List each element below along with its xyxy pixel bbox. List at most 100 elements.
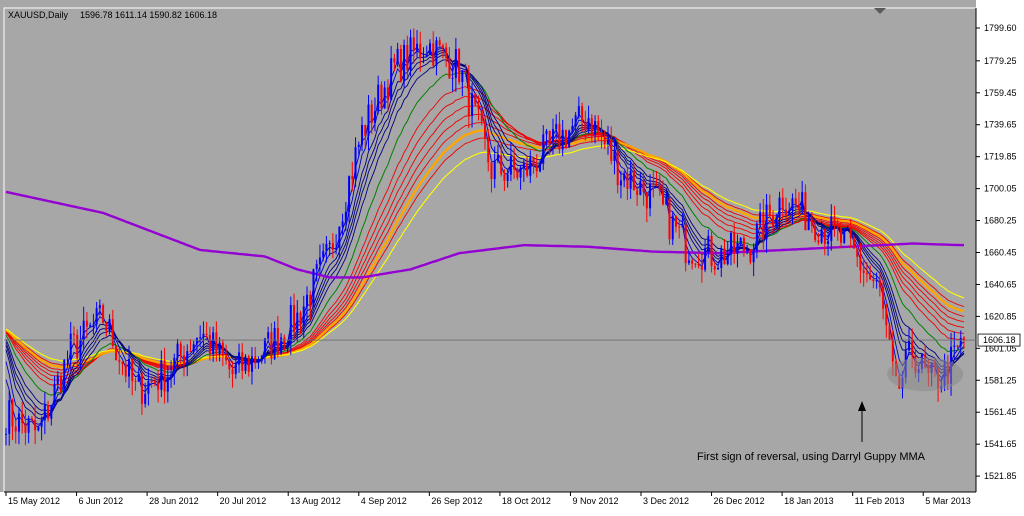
candle-body — [218, 342, 221, 355]
candle-body — [157, 382, 160, 390]
x-tick-label: 6 Jun 2012 — [79, 496, 124, 506]
candle-body — [8, 400, 11, 434]
candle-body — [629, 171, 632, 189]
x-tick-label: 4 Sep 2012 — [361, 496, 407, 506]
current-price-label: 1606.18 — [983, 335, 1016, 345]
candle-body — [464, 70, 467, 73]
candle-body — [435, 40, 438, 66]
candle-body — [509, 156, 512, 175]
candle-body — [173, 357, 176, 375]
candle-body — [597, 121, 600, 133]
candle-body — [14, 426, 17, 432]
candle-body — [66, 359, 69, 361]
candle-body — [341, 221, 344, 227]
candle-body — [658, 185, 661, 191]
candle-body — [166, 377, 169, 392]
y-tick-label: 1640.65 — [984, 279, 1017, 289]
candle-body — [471, 93, 474, 117]
candle-body — [5, 433, 7, 435]
candle-body — [794, 198, 797, 205]
candle-body — [655, 184, 658, 186]
candle-body — [953, 345, 956, 347]
candle-body — [755, 223, 758, 251]
candle-body — [140, 373, 143, 404]
candle-body — [594, 121, 597, 135]
candle-body — [768, 204, 771, 216]
candle-body — [577, 106, 580, 116]
candle-body — [432, 43, 435, 66]
candle-body — [82, 320, 85, 340]
candle-body — [959, 337, 962, 347]
candle-body — [878, 280, 881, 288]
candle-body — [862, 270, 865, 273]
reversal-highlight-ellipse — [887, 357, 964, 392]
candle-body — [69, 333, 72, 360]
candle-body — [377, 84, 380, 112]
candle-body — [448, 58, 451, 79]
candle-body — [131, 358, 134, 381]
candle-body — [561, 129, 564, 150]
candle-body — [865, 272, 868, 275]
candle-body — [409, 37, 412, 71]
candle-body — [827, 240, 830, 245]
candle-body — [687, 260, 690, 264]
candle-body — [487, 138, 490, 163]
candle-body — [639, 180, 642, 195]
candle-body — [626, 173, 629, 189]
candle-body — [875, 280, 878, 282]
candle-body — [325, 243, 328, 252]
candle-body — [704, 247, 707, 270]
candle-body — [335, 247, 338, 250]
candle-body — [299, 312, 302, 326]
candle-body — [403, 44, 406, 82]
candle-body — [137, 373, 140, 382]
candle-body — [305, 294, 308, 307]
candle-body — [186, 351, 189, 365]
candle-body — [283, 337, 286, 345]
candle-body — [733, 232, 736, 254]
candle-body — [542, 134, 545, 164]
candle-body — [804, 192, 807, 231]
candle-body — [163, 360, 166, 392]
candle-body — [53, 383, 56, 406]
candle-body — [581, 106, 584, 122]
candle-body — [76, 334, 79, 359]
candle-body — [584, 121, 587, 131]
x-tick-label: 5 Mar 2013 — [925, 496, 971, 506]
candle-body — [454, 49, 457, 78]
candle-body — [208, 334, 211, 355]
candle-body — [749, 249, 752, 263]
candle-body — [681, 224, 684, 227]
candle-body — [752, 250, 755, 263]
candle-body — [545, 130, 548, 135]
candle-body — [202, 333, 205, 338]
candle-body — [852, 238, 855, 249]
candle-body — [568, 130, 571, 148]
y-tick-label: 1620.85 — [984, 311, 1017, 321]
candle-body — [121, 361, 124, 365]
candle-body — [548, 130, 551, 142]
candle-body — [354, 147, 357, 179]
candle-body — [153, 381, 156, 383]
candle-body — [108, 319, 111, 332]
candle-body — [441, 45, 444, 48]
candle-body — [833, 216, 836, 225]
candle-body — [267, 332, 270, 339]
x-tick-label: 20 Jul 2012 — [220, 496, 267, 506]
candle-body — [713, 266, 716, 270]
candle-body — [24, 422, 27, 433]
candle-body — [869, 274, 872, 280]
x-tick-label: 3 Dec 2012 — [643, 496, 689, 506]
candle-body — [344, 212, 347, 222]
candle-body — [228, 360, 231, 370]
x-tick-label: 9 Nov 2012 — [572, 496, 618, 506]
candle-body — [558, 124, 561, 150]
candle-body — [551, 129, 554, 142]
candle-body — [17, 413, 20, 432]
candle-body — [590, 118, 593, 135]
candle-body — [293, 305, 296, 332]
candle-body — [357, 144, 360, 148]
candle-body — [807, 219, 810, 231]
annotation-text: First sign of reversal, using Darryl Gup… — [697, 451, 926, 463]
candle-body — [636, 190, 639, 195]
